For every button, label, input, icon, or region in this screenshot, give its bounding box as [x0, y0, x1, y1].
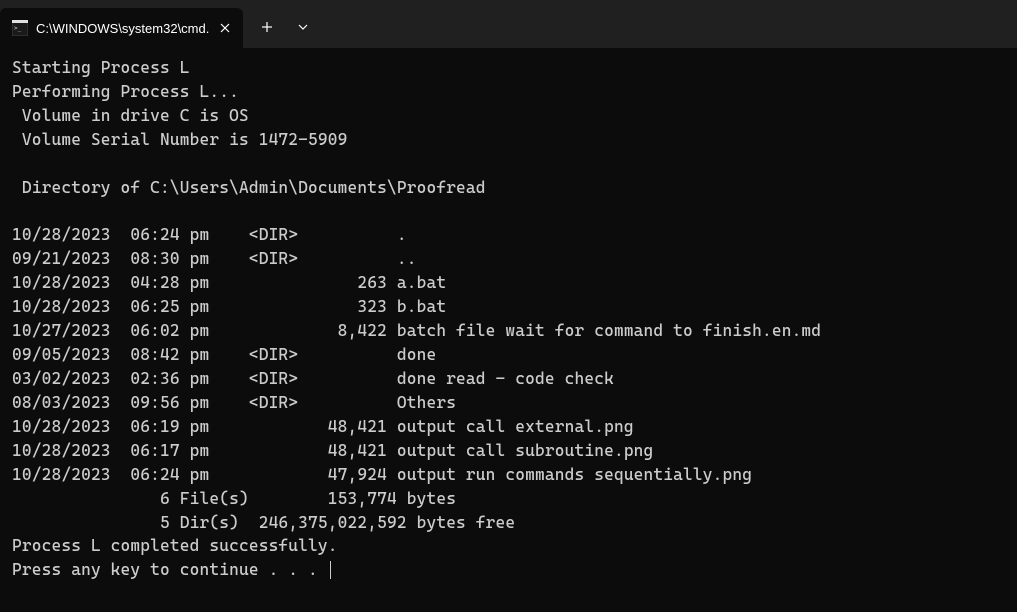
tab-active[interactable]: >_ C:\WINDOWS\system32\cmd. — [0, 8, 243, 48]
terminal-line: 10/27/2023 06:02 pm 8,422 batch file wai… — [12, 321, 821, 340]
terminal-line: 5 Dir(s) 246,375,022,592 bytes free — [12, 513, 515, 532]
terminal-line: Starting Process L — [12, 58, 190, 77]
terminal-line: 10/28/2023 06:19 pm 48,421 output call e… — [12, 417, 634, 436]
terminal-line: 10/28/2023 06:17 pm 48,421 output call s… — [12, 441, 653, 460]
svg-text:>_: >_ — [14, 25, 22, 32]
terminal-line: 10/28/2023 06:24 pm <DIR> . — [12, 225, 407, 244]
terminal-line: Volume in drive C is OS — [12, 106, 249, 125]
terminal-line: 03/02/2023 02:36 pm <DIR> done read - co… — [12, 369, 614, 388]
tab-title: C:\WINDOWS\system32\cmd. — [36, 21, 209, 36]
terminal-output[interactable]: Starting Process L Performing Process L.… — [0, 48, 1017, 590]
terminal-line: Process L completed successfully. — [12, 536, 338, 555]
terminal-line: 10/28/2023 04:28 pm 263 a.bat — [12, 273, 446, 292]
title-bar: >_ C:\WINDOWS\system32\cmd. — [0, 0, 1017, 48]
terminal-line: 10/28/2023 06:25 pm 323 b.bat — [12, 297, 446, 316]
terminal-line: Press any key to continue . . . — [12, 560, 328, 579]
dropdown-button[interactable] — [285, 9, 321, 45]
title-actions — [243, 0, 321, 48]
terminal-line: 09/05/2023 08:42 pm <DIR> done — [12, 345, 436, 364]
tab-close-button[interactable] — [217, 20, 233, 36]
terminal-line: 09/21/2023 08:30 pm <DIR> .. — [12, 249, 417, 268]
terminal-line: 08/03/2023 09:56 pm <DIR> Others — [12, 393, 456, 412]
terminal-line: Performing Process L... — [12, 82, 239, 101]
new-tab-button[interactable] — [249, 9, 285, 45]
terminal-line: Directory of C:\Users\Admin\Documents\Pr… — [12, 178, 486, 197]
terminal-line: Volume Serial Number is 1472-5909 — [12, 130, 348, 149]
cursor — [330, 561, 331, 579]
terminal-line: 6 File(s) 153,774 bytes — [12, 489, 456, 508]
terminal-line: 10/28/2023 06:24 pm 47,924 output run co… — [12, 465, 752, 484]
cmd-icon: >_ — [12, 20, 28, 36]
